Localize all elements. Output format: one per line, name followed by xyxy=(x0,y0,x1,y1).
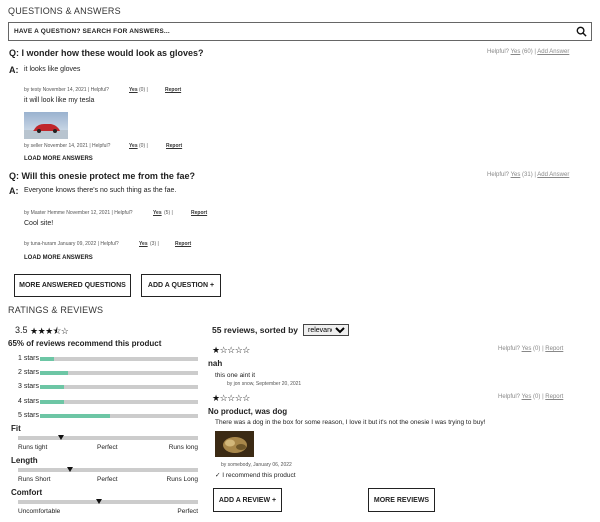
answer-text: it looks like gloves xyxy=(24,66,81,73)
qa-search-input[interactable]: HAVE A QUESTION? SEARCH FOR ANSWERS... xyxy=(8,22,592,41)
more-reviews-button[interactable]: MORE REVIEWS xyxy=(368,488,435,512)
answer-label: A: xyxy=(9,65,19,75)
characteristic-high-label: Runs long xyxy=(168,444,198,451)
tesla-car-image xyxy=(24,112,68,139)
review-photo-thumbnail[interactable] xyxy=(215,431,254,457)
answer-photo-thumbnail[interactable] xyxy=(24,112,68,139)
qa-section-title: QUESTIONS & ANSWERS xyxy=(8,6,121,16)
add-answer-link[interactable]: Add Answer xyxy=(537,49,569,55)
answer-report-link[interactable]: Report xyxy=(166,143,182,149)
review-helpful: Helpful? Yes (0) | Report xyxy=(498,394,564,400)
review-stars: ★☆☆☆☆ xyxy=(212,393,250,403)
answer-yes-count: (0) | xyxy=(139,143,148,149)
answer-yes-link[interactable]: Yes xyxy=(139,241,148,247)
review-recommend: ✓ I recommend this product xyxy=(215,472,296,479)
characteristic-low-label: Uncomfortable xyxy=(18,508,61,515)
review-report-link[interactable]: Report xyxy=(545,394,563,400)
answer-meta: by tuna-huram January 09, 2022 | Helpful… xyxy=(24,241,119,247)
rating-bar-fill xyxy=(40,371,69,375)
rating-bar-track[interactable] xyxy=(40,371,198,375)
answer-report-link[interactable]: Report xyxy=(191,210,207,216)
rating-bar-fill xyxy=(40,400,64,404)
rating-bar-label[interactable]: 3 stars xyxy=(18,383,39,390)
search-icon[interactable] xyxy=(576,26,587,37)
question-yes-link[interactable]: Yes xyxy=(511,49,521,55)
review-report-link[interactable]: Report xyxy=(545,346,563,352)
load-more-answers-button[interactable]: LOAD MORE ANSWERS xyxy=(24,156,93,162)
reviews-count-sorted: 55 reviews, sorted by xyxy=(212,325,298,335)
rating-bar-label[interactable]: 5 stars xyxy=(18,412,39,419)
rating-bar-fill xyxy=(40,414,110,418)
qa-search-placeholder: HAVE A QUESTION? SEARCH FOR ANSWERS... xyxy=(14,28,170,35)
rating-bar-fill xyxy=(40,385,64,389)
review-stars: ★☆☆☆☆ xyxy=(212,345,250,355)
review-title: nah xyxy=(208,359,223,368)
answer-yes-link[interactable]: Yes xyxy=(129,143,138,149)
add-review-button[interactable]: ADD A REVIEW + xyxy=(213,488,282,512)
answer-text: it will look like my tesla xyxy=(24,97,95,104)
characteristic-marker-icon xyxy=(58,435,65,440)
answer-meta: by Master Hemme November 12, 2021 | Help… xyxy=(24,210,133,216)
answer-meta: by seller November 14, 2021 | Helpful? xyxy=(24,143,111,149)
review-meta: by somebody, January 06, 2022 xyxy=(221,462,292,468)
average-stars: ★★★⯪☆ xyxy=(30,326,69,336)
answer-yes-link[interactable]: Yes xyxy=(129,87,138,93)
answer-label: A: xyxy=(9,186,19,196)
question-helpful: Helpful? Yes (31) | Add Answer xyxy=(487,172,570,178)
characteristic-scale xyxy=(18,436,198,440)
rating-bar-fill xyxy=(40,357,55,361)
characteristic-scale xyxy=(18,468,198,472)
dog-photo-image xyxy=(215,431,254,457)
answer-yes-link[interactable]: Yes xyxy=(153,210,162,216)
characteristic-high-label: Perfect xyxy=(177,508,198,515)
review-body: There was a dog in the box for some reas… xyxy=(215,419,486,426)
rating-bar-label[interactable]: 4 stars xyxy=(18,398,39,405)
review-helpful: Helpful? Yes (0) | Report xyxy=(498,346,564,352)
answer-text: Cool site! xyxy=(24,220,54,227)
review-yes-link[interactable]: Yes xyxy=(522,394,532,400)
rating-bar-label[interactable]: 2 stars xyxy=(18,369,39,376)
add-question-button[interactable]: ADD A QUESTION + xyxy=(141,274,221,297)
characteristic-name: Comfort xyxy=(11,488,43,497)
question-title: Q: Will this onesie protect me from the … xyxy=(9,171,195,181)
characteristic-marker-icon xyxy=(96,499,102,504)
answer-yes-count: (5) | xyxy=(164,210,173,216)
characteristic-low-label: Runs tight xyxy=(18,444,48,451)
review-meta: by jon snow, September 20, 2021 xyxy=(227,381,302,387)
answer-report-link[interactable]: Report xyxy=(165,87,181,93)
characteristic-mid-label: Perfect xyxy=(97,444,118,451)
question-yes-link[interactable]: Yes xyxy=(511,172,521,178)
review-body: this one aint it xyxy=(215,372,256,379)
rating-bar-track[interactable] xyxy=(40,385,198,389)
answer-text: Everyone knows there's no such thing as … xyxy=(24,187,177,194)
review-yes-link[interactable]: Yes xyxy=(522,346,532,352)
answer-report-link[interactable]: Report xyxy=(175,241,191,247)
review-title: No product, was dog xyxy=(208,407,288,416)
recommend-percentage: 65% of reviews recommend this product xyxy=(8,339,162,348)
load-more-answers-button[interactable]: LOAD MORE ANSWERS xyxy=(24,255,93,261)
rating-bar-label[interactable]: 1 stars xyxy=(18,355,39,362)
characteristic-marker-icon xyxy=(67,467,74,472)
question-title: Q: I wonder how these would look as glov… xyxy=(9,48,204,58)
answer-meta: by testy November 14, 2021 | Helpful? xyxy=(24,87,109,93)
rating-bar-track[interactable] xyxy=(40,400,198,404)
answer-yes-count: (3) | xyxy=(150,241,159,247)
characteristic-scale xyxy=(18,500,198,504)
question-helpful: Helpful? Yes (60) | Add Answer xyxy=(487,49,570,55)
more-answered-questions-button[interactable]: MORE ANSWERED QUESTIONS xyxy=(14,274,131,297)
rating-bar-track[interactable] xyxy=(40,414,198,418)
characteristic-high-label: Runs Long xyxy=(166,476,198,483)
sort-select[interactable]: relevance xyxy=(303,324,349,336)
characteristic-name: Fit xyxy=(11,424,21,433)
characteristic-mid-label: Perfect xyxy=(97,476,118,483)
characteristic-name: Length xyxy=(11,456,38,465)
add-answer-link[interactable]: Add Answer xyxy=(537,172,569,178)
answer-yes-count: (0) | xyxy=(139,87,148,93)
rating-bar-track[interactable] xyxy=(40,357,198,361)
characteristic-low-label: Runs Short xyxy=(18,476,51,483)
average-rating: 3.5 xyxy=(15,325,28,335)
ratings-section-title: RATINGS & REVIEWS xyxy=(8,305,104,315)
